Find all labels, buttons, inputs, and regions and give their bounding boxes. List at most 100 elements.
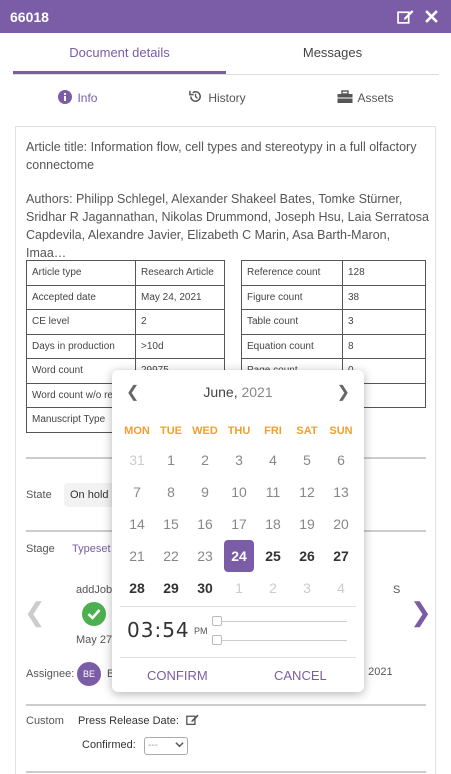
title-bar: 66018: [0, 0, 451, 33]
meta-label: Reference count: [241, 260, 343, 286]
weekday-label: SUN: [329, 425, 353, 437]
press-release-label: Press Release Date:: [78, 715, 179, 727]
avatar[interactable]: BE: [77, 662, 101, 686]
meta-label: Article type: [26, 260, 136, 286]
divider: [26, 771, 426, 773]
weekday-label: WED: [192, 425, 218, 437]
calendar-day[interactable]: 13: [324, 476, 358, 508]
prev-month-icon[interactable]: ❮: [126, 382, 139, 402]
article-title: Article title: Information flow, cell ty…: [26, 140, 417, 172]
confirmed-select[interactable]: ---: [144, 737, 188, 755]
weekday-label: MON: [124, 425, 150, 437]
calendar-day[interactable]: 15: [154, 508, 188, 540]
state-label: State: [26, 489, 52, 501]
meta-label: Table count: [241, 309, 343, 335]
calendar-day[interactable]: 21: [120, 540, 154, 572]
calendar-day[interactable]: 1: [154, 444, 188, 476]
weekday-label: THU: [227, 425, 251, 437]
workflow-next-step-name: S: [393, 584, 401, 596]
calendar-day[interactable]: 1: [222, 572, 256, 604]
ampm-label[interactable]: PM: [194, 626, 208, 636]
calendar-day[interactable]: 14: [120, 508, 154, 540]
meta-value: 128: [342, 260, 426, 286]
month-label: June,: [203, 384, 238, 400]
calendar-day[interactable]: 4: [324, 572, 358, 604]
cancel-button[interactable]: CANCEL: [274, 668, 327, 683]
workflow-step-name: addJob: [76, 584, 113, 596]
calendar-day[interactable]: 31: [120, 444, 154, 476]
confirm-button[interactable]: CONFIRM: [147, 668, 208, 683]
stage-label: Stage: [26, 543, 55, 555]
calendar-day[interactable]: 29: [154, 572, 188, 604]
meta-label: CE level: [26, 309, 136, 335]
calendar-day[interactable]: 19: [290, 508, 324, 540]
subtab-info[interactable]: Info: [58, 85, 97, 111]
year-label: 2021: [241, 384, 273, 400]
table-row: Article type Research Article: [26, 260, 225, 286]
calendar-day[interactable]: 17: [222, 508, 256, 540]
workflow-prev-arrow[interactable]: ❮: [24, 597, 46, 628]
month-year-label[interactable]: June, 2021: [203, 384, 272, 400]
hour-slider-thumb[interactable]: [212, 616, 222, 626]
calendar-day[interactable]: 18: [256, 508, 290, 540]
meta-value: 38: [342, 284, 426, 310]
minute-slider-track[interactable]: [212, 640, 347, 641]
calendar-day[interactable]: 6: [324, 444, 358, 476]
minute-slider-thumb[interactable]: [212, 635, 222, 645]
calendar-day[interactable]: 16: [188, 508, 222, 540]
sub-tabs: Info History Assets: [13, 85, 439, 111]
calendar-day[interactable]: 4: [256, 444, 290, 476]
briefcase-icon: [337, 89, 353, 107]
workflow-next-arrow[interactable]: ❯: [410, 597, 432, 628]
calendar-day[interactable]: 27: [324, 540, 358, 572]
calendar-day[interactable]: 8: [154, 476, 188, 508]
subtab-info-label: Info: [77, 91, 98, 105]
calendar-day[interactable]: 20: [324, 508, 358, 540]
divider: [26, 704, 426, 706]
calendar-day[interactable]: 3: [222, 444, 256, 476]
tab-document-details[interactable]: Document details: [13, 33, 226, 74]
calendar-day[interactable]: 7: [120, 476, 154, 508]
next-month-icon[interactable]: ❯: [337, 382, 350, 402]
calendar-day[interactable]: 26: [290, 540, 324, 572]
meta-value: 8: [342, 333, 426, 359]
tab-messages[interactable]: Messages: [226, 33, 439, 74]
info-icon: [58, 89, 73, 107]
edit-icon[interactable]: [186, 713, 199, 731]
divider: [120, 657, 356, 658]
assignee-date: , 2021: [362, 666, 393, 678]
meta-value: 2: [135, 309, 225, 335]
weekday-label: SAT: [296, 425, 318, 437]
calendar-day[interactable]: 22: [154, 540, 188, 572]
date-picker-header: ❮ June, 2021 ❯: [112, 382, 364, 402]
calendar-day[interactable]: 25: [256, 540, 290, 572]
calendar-day[interactable]: 23: [188, 540, 222, 572]
calendar-day[interactable]: 3: [290, 572, 324, 604]
calendar-day[interactable]: 11: [256, 476, 290, 508]
calendar-day-selected[interactable]: 24: [224, 540, 254, 572]
calendar-day[interactable]: 10: [222, 476, 256, 508]
subtab-history[interactable]: History: [188, 85, 246, 111]
stage-value[interactable]: Typeset: [72, 543, 111, 555]
weekday-label: FRI: [264, 425, 282, 437]
close-icon[interactable]: [421, 7, 441, 27]
calendar-day[interactable]: 5: [290, 444, 324, 476]
calendar-day[interactable]: 28: [120, 572, 154, 604]
main-tabs: Document details Messages: [13, 33, 439, 75]
calendar-day[interactable]: 9: [188, 476, 222, 508]
hour-slider-track[interactable]: [212, 621, 347, 622]
calendar-day[interactable]: 2: [256, 572, 290, 604]
calendar-day[interactable]: 2: [188, 444, 222, 476]
table-row: Equation count 8: [241, 333, 426, 359]
table-row: Table count 3: [241, 309, 426, 335]
confirmed-label: Confirmed:: [82, 739, 136, 751]
meta-label: Accepted date: [26, 284, 136, 310]
meta-value: 3: [342, 309, 426, 335]
table-row: CE level 2: [26, 309, 225, 335]
edit-icon[interactable]: [395, 7, 415, 27]
calendar-day[interactable]: 12: [290, 476, 324, 508]
calendar-day[interactable]: 30: [188, 572, 222, 604]
meta-label: Days in production: [26, 333, 136, 359]
weekday-header: MON TUE WED THU FRI SAT SUN: [120, 425, 358, 437]
subtab-assets[interactable]: Assets: [337, 85, 394, 111]
